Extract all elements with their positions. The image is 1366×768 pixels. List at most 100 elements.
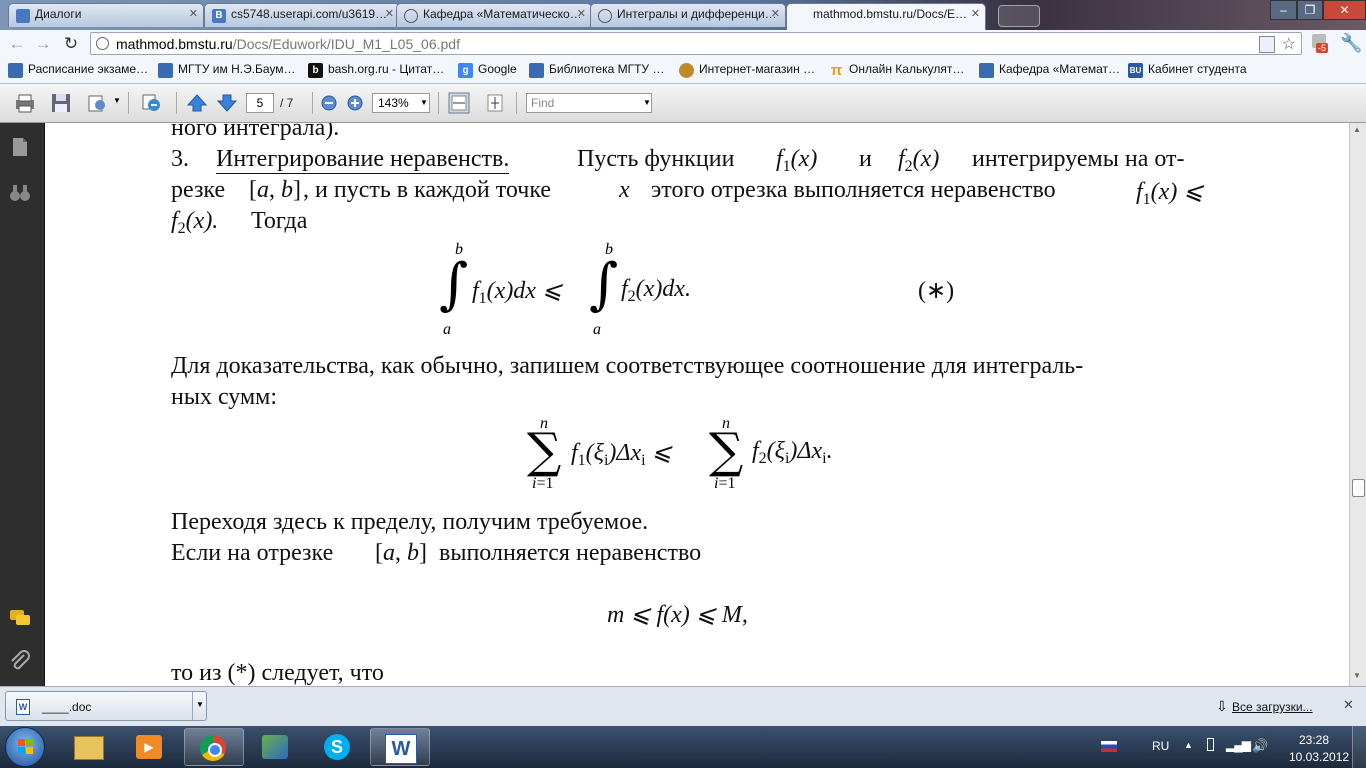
bookmark-item[interactable]: Интернет-магазин …: [679, 62, 815, 80]
page-number-input[interactable]: 5: [246, 93, 274, 113]
zoom-in-button[interactable]: [346, 94, 364, 112]
text-line: интегрируемы на от-: [972, 146, 1185, 172]
minimize-button[interactable]: –: [1270, 0, 1297, 20]
pi-icon: π: [830, 62, 843, 79]
page-thumbnails-icon[interactable]: [8, 135, 32, 159]
taskbar-media-player[interactable]: ▶: [120, 728, 180, 766]
taskbar-editor[interactable]: [246, 728, 306, 766]
vertical-scrollbar[interactable]: ▲ ▼: [1349, 123, 1366, 686]
show-desktop-button[interactable]: [1352, 726, 1366, 768]
close-icon[interactable]: ✕: [385, 7, 394, 20]
page-action-icon[interactable]: [1259, 36, 1275, 53]
formula: f2(x).: [171, 208, 219, 237]
comments-icon[interactable]: [8, 606, 32, 630]
folder-icon: [74, 736, 104, 760]
tab-dialogs[interactable]: Диалоги ✕: [8, 3, 204, 27]
close-icon[interactable]: ✕: [577, 7, 586, 20]
wrench-icon[interactable]: 🔧: [1340, 33, 1362, 54]
close-icon[interactable]: ✕: [971, 7, 980, 20]
bookmark-item[interactable]: π Онлайн Калькулят…: [829, 62, 965, 80]
previous-page-button[interactable]: [186, 92, 208, 114]
text-line: Пусть функции: [577, 146, 735, 172]
chevron-down-icon[interactable]: ▼: [196, 700, 204, 709]
tab-title: Диалоги: [35, 7, 82, 21]
next-page-button[interactable]: [216, 92, 238, 114]
tab-kafedra[interactable]: Кафедра «Математическо… ✕: [396, 3, 592, 27]
bookmark-item[interactable]: b bash.org.ru - Цитат…: [308, 62, 444, 80]
windows-taskbar: ▶ S W RU ▲ ▂▄▆ 🔊 23:28 10.03.2012: [0, 726, 1366, 768]
new-tab-button[interactable]: [998, 5, 1040, 27]
close-window-button[interactable]: ✕: [1323, 0, 1366, 20]
forward-button[interactable]: →: [32, 33, 54, 55]
tray-expand-icon[interactable]: ▲: [1184, 740, 1193, 750]
bookmark-item[interactable]: МГТУ им Н.Э.Баум…: [158, 62, 296, 80]
vk-icon: B: [212, 9, 226, 23]
text-line: Переходя здесь к пределу, получим требуе…: [171, 509, 649, 535]
chevron-down-icon[interactable]: ▼: [113, 96, 121, 105]
star-icon[interactable]: ☆: [1282, 34, 1296, 54]
globe-icon: [96, 37, 109, 50]
start-button[interactable]: [5, 727, 45, 767]
pages-icon[interactable]: [140, 92, 162, 114]
tab-integrals[interactable]: Интегралы и дифференци… ✕: [590, 3, 786, 27]
address-bar[interactable]: mathmod.bmstu.ru/Docs/Eduwork/IDU_M1_L05…: [90, 32, 1302, 55]
taskbar-word[interactable]: W: [370, 728, 430, 766]
zoom-out-button[interactable]: [320, 94, 338, 112]
clock-time[interactable]: 23:28: [1299, 733, 1329, 747]
address-url: mathmod.bmstu.ru/Docs/Eduwork/IDU_M1_L05…: [116, 36, 460, 52]
signal-icon[interactable]: ▂▄▆: [1226, 738, 1251, 752]
scroll-down-arrow[interactable]: ▼: [1353, 671, 1361, 680]
reload-button[interactable]: ↻: [60, 33, 82, 55]
back-button[interactable]: ←: [6, 33, 28, 55]
bookmark-item[interactable]: Кафедра «Математ…: [979, 62, 1120, 80]
bookmark-item[interactable]: g Google: [458, 62, 517, 80]
scrollbar-thumb[interactable]: [1352, 479, 1365, 497]
taskbar-explorer[interactable]: [58, 728, 118, 766]
bookmark-item[interactable]: Расписание экзаме…: [8, 62, 148, 80]
binoculars-icon[interactable]: [8, 181, 32, 205]
item-number: 3.: [171, 146, 189, 172]
save-icon[interactable]: [50, 92, 72, 114]
close-icon[interactable]: ✕: [1343, 697, 1354, 713]
scroll-up-arrow[interactable]: ▲: [1353, 125, 1361, 134]
pdf-toolbar: ▼ 5 / 7 143% ▼ Find ▼: [0, 84, 1366, 123]
extension-badge: -5: [1316, 43, 1329, 53]
battery-icon[interactable]: [1207, 738, 1214, 751]
find-input[interactable]: Find: [526, 93, 652, 113]
formula: [a, b]: [375, 540, 427, 566]
close-icon[interactable]: ✕: [771, 7, 780, 20]
tab-userapi[interactable]: B cs5748.userapi.com/u3619… ✕: [204, 3, 400, 27]
formula: [a, b]: [249, 177, 301, 203]
attachment-icon[interactable]: [8, 649, 32, 673]
pdf-navigation-panel: [0, 123, 45, 686]
bounds-formula: m ⩽ f(x) ⩽ M,: [607, 602, 748, 628]
text-line: и: [859, 146, 872, 172]
clock-date[interactable]: 10.03.2012: [1289, 750, 1349, 764]
pdf-document-page: ного интеграла). 3. Интегрирование нерав…: [45, 123, 1349, 686]
chevron-down-icon[interactable]: ▼: [420, 98, 428, 107]
close-icon[interactable]: ✕: [189, 7, 198, 20]
taskbar-skype[interactable]: S: [308, 728, 368, 766]
print-icon[interactable]: [14, 92, 36, 114]
fit-page-button[interactable]: [484, 92, 506, 114]
language-indicator[interactable]: RU: [1152, 739, 1169, 753]
chevron-down-icon[interactable]: ▼: [643, 98, 651, 107]
bookmark-item[interactable]: Библиотека МГТУ …: [529, 62, 664, 80]
volume-icon[interactable]: 🔊: [1252, 738, 1268, 754]
bu-icon: BU: [1128, 63, 1143, 78]
fit-width-button[interactable]: [448, 92, 470, 114]
bookmark-item[interactable]: BU Кабинет студента: [1128, 62, 1247, 80]
text-line: этого отрезка выполняется неравенство: [651, 177, 1056, 203]
taskbar-chrome[interactable]: [184, 728, 244, 766]
tab-mathmod-pdf[interactable]: mathmod.bmstu.ru/Docs/E… ✕: [786, 3, 986, 30]
all-downloads-link[interactable]: Все загрузки...: [1232, 700, 1313, 714]
download-item[interactable]: W ____.doc ▼: [5, 691, 207, 721]
tab-title: Интегралы и дифференци…: [617, 7, 777, 21]
maximize-button[interactable]: ❐: [1297, 0, 1323, 20]
extension-icon[interactable]: -5: [1310, 34, 1332, 54]
globe-icon: [598, 9, 612, 23]
text-line: ного интеграла).: [171, 123, 340, 141]
text-line: то из (*) следует, что: [171, 660, 384, 686]
download-bar: W ____.doc ▼ ⇩ Все загрузки... ✕: [0, 686, 1366, 727]
share-icon[interactable]: [86, 92, 108, 114]
